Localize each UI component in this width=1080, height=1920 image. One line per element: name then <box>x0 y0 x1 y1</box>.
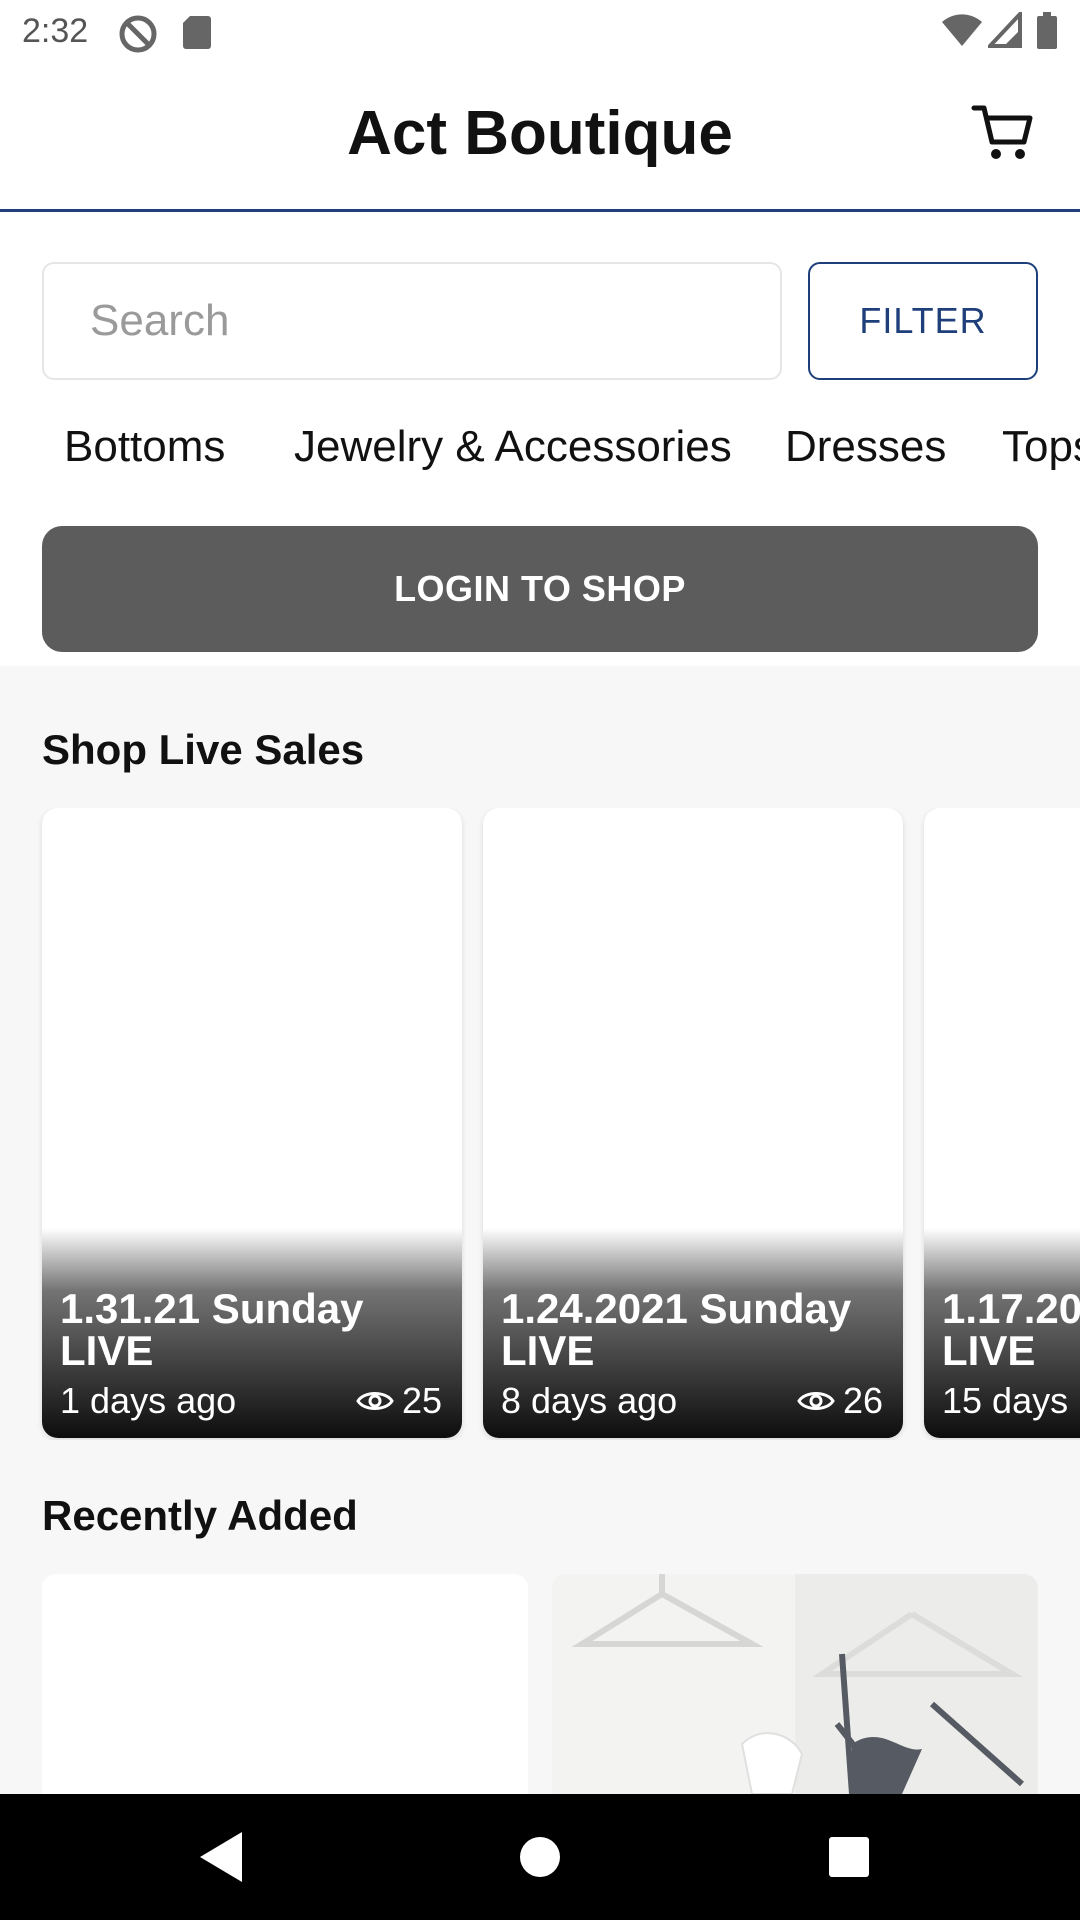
signal-icon <box>985 8 1022 53</box>
battery-icon <box>1036 12 1058 55</box>
login-to-shop-button[interactable]: LOGIN TO SHOP <box>42 526 1038 652</box>
at-sign-icon <box>118 14 158 59</box>
search-input[interactable]: Search <box>42 262 782 380</box>
filter-button[interactable]: FILTER <box>808 262 1038 380</box>
recently-added-title: Recently Added <box>42 1492 358 1539</box>
live-sale-card[interactable]: 1.31.21 Sunday LIVE 1 days ago 25 <box>42 808 462 1438</box>
product-card[interactable] <box>552 1574 1038 1794</box>
category-dresses[interactable]: Dresses <box>785 422 946 472</box>
live-sale-date: 1 days ago <box>60 1380 237 1421</box>
sd-card-icon <box>182 14 212 55</box>
back-icon[interactable] <box>190 1824 256 1890</box>
eye-icon <box>356 1392 394 1410</box>
live-sale-date: 15 days <box>942 1380 1069 1421</box>
live-sale-title: 1.31.21 Sunday LIVE <box>60 1285 364 1374</box>
product-card[interactable] <box>42 1574 528 1794</box>
live-sale-card[interactable]: 1.24.2021 Sunday LIVE 8 days ago 26 <box>483 808 903 1438</box>
live-sale-card[interactable]: 1.17.20 LIVE 15 days <box>924 808 1080 1438</box>
category-jewelry-accessories[interactable]: Jewelry & Accessories <box>294 422 732 472</box>
live-sale-title: 1.24.2021 Sunday LIVE <box>501 1285 852 1374</box>
app-title: Act Boutique <box>347 99 733 168</box>
home-icon[interactable] <box>507 1824 573 1890</box>
category-tabs: Bottoms Jewelry & Accessories Dresses To… <box>0 422 1080 492</box>
live-sales-carousel[interactable]: 1.31.21 Sunday LIVE 1 days ago 25 1.24.2… <box>0 808 1080 1440</box>
top-panel: Search FILTER Bottoms Jewelry & Accessor… <box>0 212 1080 666</box>
recents-icon[interactable] <box>816 1824 882 1890</box>
system-nav-bar <box>0 1794 1080 1920</box>
status-bar: 2:32 <box>0 0 1080 64</box>
live-sale-date: 8 days ago <box>501 1380 678 1421</box>
view-count: 25 <box>356 1380 442 1422</box>
product-image <box>552 1574 1038 1794</box>
live-sales-title: Shop Live Sales <box>42 726 365 773</box>
live-sale-title: 1.17.20 LIVE <box>942 1285 1080 1374</box>
view-count: 26 <box>797 1380 883 1422</box>
status-time: 2:32 <box>22 12 89 50</box>
wifi-icon <box>940 12 984 53</box>
eye-icon <box>797 1392 835 1410</box>
category-bottoms[interactable]: Bottoms <box>64 422 225 472</box>
shopping-cart-icon[interactable] <box>970 100 1036 166</box>
app-header: Act Boutique <box>0 64 1080 212</box>
category-tops[interactable]: Tops <box>1002 422 1080 472</box>
recently-added-grid <box>0 1574 1080 1794</box>
